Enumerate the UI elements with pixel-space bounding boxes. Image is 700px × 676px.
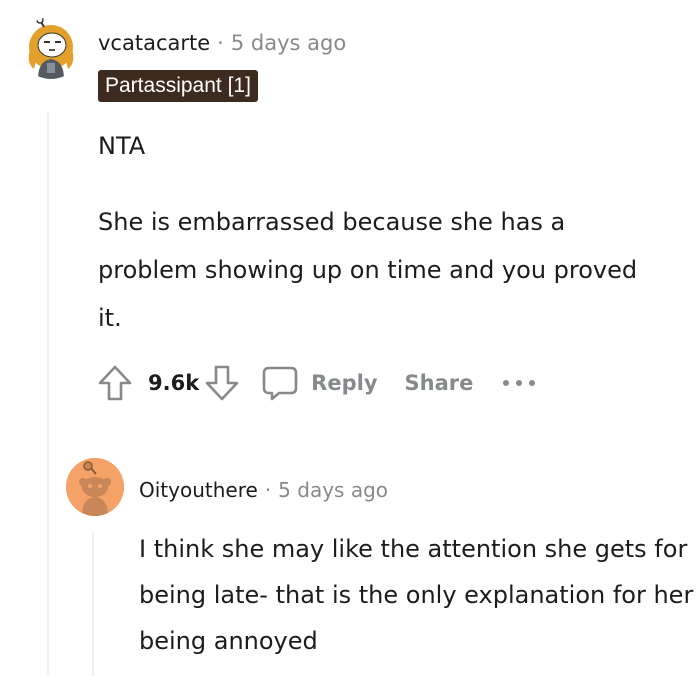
avatar[interactable] <box>66 458 124 516</box>
comment-body-line: NTA <box>98 132 146 160</box>
share-button[interactable]: Share <box>405 371 474 395</box>
comment-body-paragraph: I think she may like the attention she g… <box>139 535 694 655</box>
ellipsis-icon[interactable] <box>499 368 539 398</box>
arrow-down-icon[interactable] <box>201 362 243 404</box>
separator-dot: · <box>264 478 272 502</box>
thread-line[interactable] <box>47 112 49 676</box>
reply-label: Reply <box>311 371 378 395</box>
separator-dot: · <box>217 31 224 55</box>
user-flair: Partassipant [1] <box>98 70 258 102</box>
timestamp[interactable]: 5 days ago <box>278 478 388 502</box>
timestamp[interactable]: 5 days ago <box>231 31 346 55</box>
comment-meta: Oityouthere · 5 days ago <box>139 480 388 500</box>
vote-score: 9.6k <box>148 371 200 395</box>
speech-bubble-icon <box>261 364 299 402</box>
reply-button[interactable]: Reply <box>261 364 378 402</box>
username[interactable]: Oityouthere <box>139 478 258 502</box>
username[interactable]: vcatacarte <box>98 31 210 55</box>
comment-meta: vcatacarte · 5 days ago <box>98 33 346 54</box>
arrow-up-icon[interactable] <box>94 362 136 404</box>
thread-line[interactable] <box>92 532 94 676</box>
comment-body-paragraph: She is embarrassed because she has a pro… <box>98 208 638 332</box>
avatar[interactable] <box>20 17 82 79</box>
comment-action-bar: 9.6k Reply Share <box>94 360 539 406</box>
